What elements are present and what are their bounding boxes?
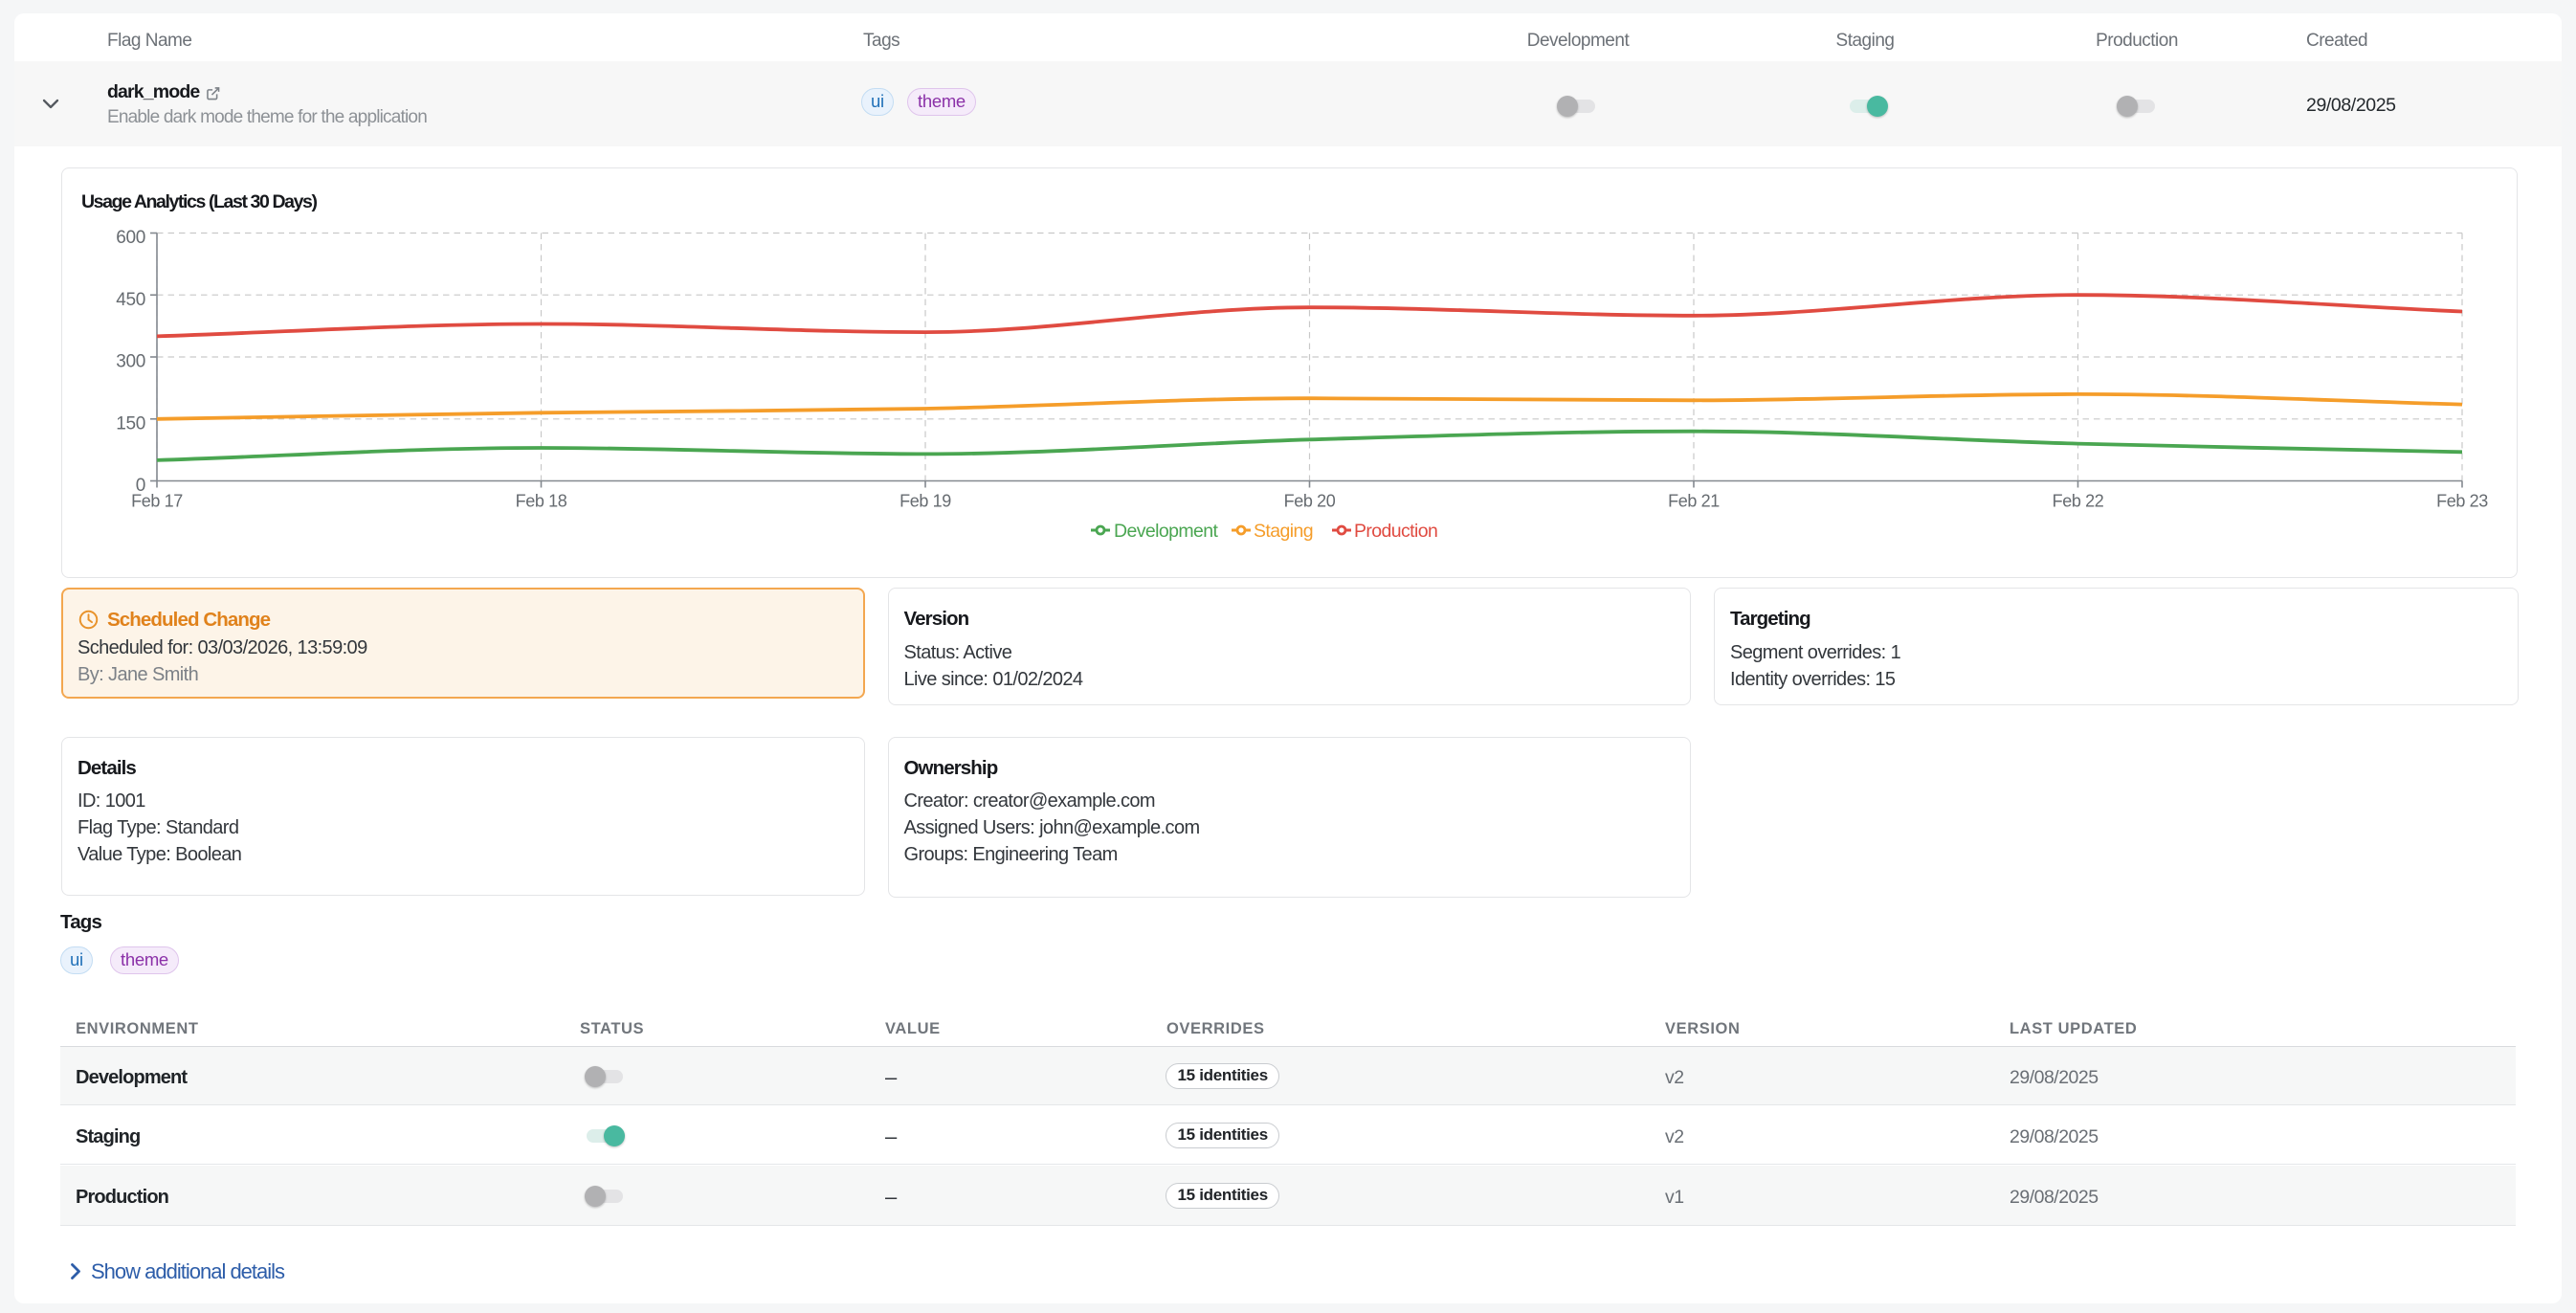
svg-text:Feb 18: Feb 18 [516, 492, 567, 511]
svg-text:Feb 17: Feb 17 [131, 492, 183, 511]
svg-text:Feb 20: Feb 20 [1284, 492, 1336, 511]
svg-text:Feb 22: Feb 22 [2053, 492, 2104, 511]
svg-text:450: 450 [116, 290, 145, 310]
svg-text:Feb 23: Feb 23 [2436, 492, 2488, 511]
svg-text:Feb 19: Feb 19 [899, 492, 951, 511]
svg-text:300: 300 [116, 352, 145, 372]
svg-text:600: 600 [116, 228, 145, 248]
svg-text:Feb 21: Feb 21 [1668, 492, 1720, 511]
svg-text:150: 150 [116, 414, 145, 434]
